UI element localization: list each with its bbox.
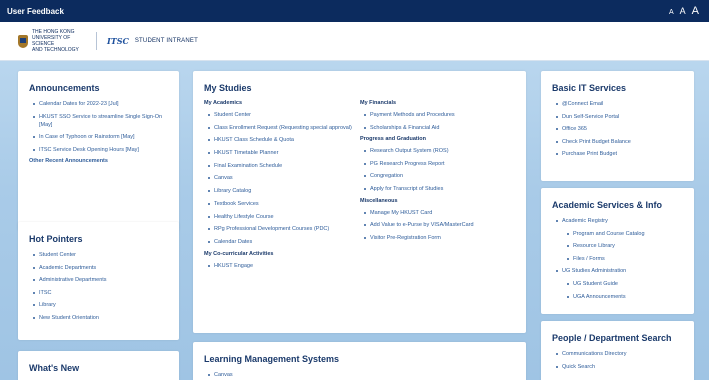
list-item[interactable]: Quick Search [552, 363, 684, 371]
list-item[interactable]: UGA Announcements [552, 293, 684, 301]
font-size-large-button[interactable]: A [692, 5, 699, 17]
university-logo-text[interactable]: THE HONG KONG UNIVERSITY OF SCIENCE AND … [32, 29, 90, 53]
my-academics-heading: My Academics [204, 100, 243, 106]
list-item[interactable]: Library [29, 301, 169, 309]
my-financials-heading: My Financials [360, 100, 397, 106]
list-item[interactable]: Manage My HKUST Card [360, 209, 516, 217]
font-size-medium-button[interactable]: A [680, 6, 686, 16]
list-item[interactable]: Apply for Transcript of Studies [360, 185, 516, 193]
list-item[interactable]: UG Studies Administration [552, 267, 684, 275]
my-studies-right-column: My Financials Payment Methods and Proced… [360, 100, 516, 274]
list-item[interactable]: Final Examination Schedule [204, 162, 360, 170]
list-item[interactable]: HKUST Timetable Planner [204, 149, 360, 157]
list-item[interactable]: Canvas [204, 174, 360, 182]
announcements-title: Announcements [29, 83, 100, 93]
miscellaneous-heading: Miscellaneous [360, 197, 398, 204]
site-header: THE HONG KONG UNIVERSITY OF SCIENCE AND … [0, 22, 709, 61]
list-item[interactable]: Healthy Lifestyle Course [204, 213, 360, 221]
list-item[interactable]: Dun Self-Service Portal [552, 113, 684, 121]
list-item[interactable]: Congregation [360, 172, 516, 180]
list-item[interactable]: Student Center [204, 111, 360, 119]
list-item[interactable]: Administrative Departments [29, 276, 169, 284]
list-item[interactable]: HKUST Class Schedule & Quota [204, 136, 360, 144]
list-item[interactable]: RPg Professional Development Courses (PD… [204, 225, 360, 233]
list-item[interactable]: Library Catalog [204, 187, 360, 195]
font-size-small-button[interactable]: A [669, 9, 674, 16]
lms-panel: Learning Management Systems Canvas [193, 342, 526, 380]
basic-it-services-panel: Basic IT Services @Connect Email Dun Sel… [541, 71, 694, 181]
cocurricular-heading: My Co-curricular Activities [204, 250, 274, 257]
header-divider [96, 32, 97, 50]
list-item[interactable]: Calendar Dates for 2022-23 [Jul] [29, 100, 169, 108]
whats-new-panel: What's New [18, 351, 179, 380]
list-item[interactable]: Add Value to e-Purse by VISA/MasterCard [360, 221, 516, 229]
whats-new-title: What's New [29, 363, 80, 373]
basic-it-services-title: Basic IT Services [552, 83, 627, 93]
list-item[interactable]: Program and Course Catalog [552, 230, 684, 238]
portal-title: STUDENT INTRANET [134, 38, 198, 44]
list-item[interactable]: Academic Registry [552, 217, 684, 225]
my-studies-left-column: My Academics Student Center Class Enroll… [204, 100, 360, 274]
hot-pointers-panel: Hot Pointers Student Center Academic Dep… [18, 222, 179, 340]
academic-services-panel: Academic Services & Info Academic Regist… [541, 188, 694, 314]
list-item[interactable]: Resource Library [552, 242, 684, 250]
top-bar: User Feedback A A A [0, 0, 709, 22]
list-item[interactable]: Academic Departments [29, 264, 169, 272]
people-search-panel: People / Department Search Communication… [541, 321, 694, 380]
list-item[interactable]: Calendar Dates [204, 238, 360, 246]
list-item[interactable]: Class Enrollment Request (Requesting spe… [204, 124, 360, 132]
hkust-crest-icon [18, 34, 28, 48]
font-size-controls: A A A [669, 5, 699, 17]
list-item[interactable]: HKUST SSO Service to streamline Single S… [29, 113, 169, 129]
list-item[interactable]: Payment Methods and Procedures [360, 111, 516, 119]
list-item[interactable]: HKUST Engage [204, 262, 360, 270]
list-item[interactable]: New Student Orientation [29, 314, 169, 322]
hot-pointers-title: Hot Pointers [29, 234, 83, 244]
itsc-logo[interactable]: ITSC [107, 36, 129, 46]
people-search-title: People / Department Search [552, 333, 672, 343]
list-item[interactable]: ITSC Service Desk Opening Hours [May] [29, 146, 169, 154]
list-item[interactable]: Files / Forms [552, 255, 684, 263]
list-item[interactable]: Visitor Pre-Registration Form [360, 234, 516, 242]
list-item[interactable]: @Connect Email [552, 100, 684, 108]
academic-services-title: Academic Services & Info [552, 200, 663, 210]
list-item[interactable]: Textbook Services [204, 200, 360, 208]
my-studies-panel: My Studies My Academics Student Center C… [193, 71, 526, 333]
list-item[interactable]: PG Research Progress Report [360, 160, 516, 168]
list-item[interactable]: Research Output System (ROS) [360, 147, 516, 155]
list-item[interactable]: Communications Directory [552, 350, 684, 358]
list-item[interactable]: Student Center [29, 251, 169, 259]
list-item[interactable]: In Case of Typhoon or Rainstorm [May] [29, 133, 169, 141]
list-item[interactable]: Canvas [204, 371, 516, 379]
announcements-panel: Announcements Calendar Dates for 2022-23… [18, 71, 179, 231]
list-item[interactable]: Purchase Print Budget [552, 150, 684, 158]
user-feedback-link[interactable]: User Feedback [7, 7, 64, 16]
other-announcements-link[interactable]: Other Recent Announcements [29, 158, 169, 164]
list-item[interactable]: Check Print Budget Balance [552, 138, 684, 146]
my-studies-title: My Studies [204, 83, 252, 93]
list-item[interactable]: Office 365 [552, 125, 684, 133]
progress-graduation-heading: Progress and Graduation [360, 136, 427, 143]
list-item[interactable]: UG Student Guide [552, 280, 684, 288]
list-item[interactable]: Scholarships & Financial Aid [360, 124, 516, 132]
lms-title: Learning Management Systems [204, 354, 340, 364]
list-item[interactable]: ITSC [29, 289, 169, 297]
